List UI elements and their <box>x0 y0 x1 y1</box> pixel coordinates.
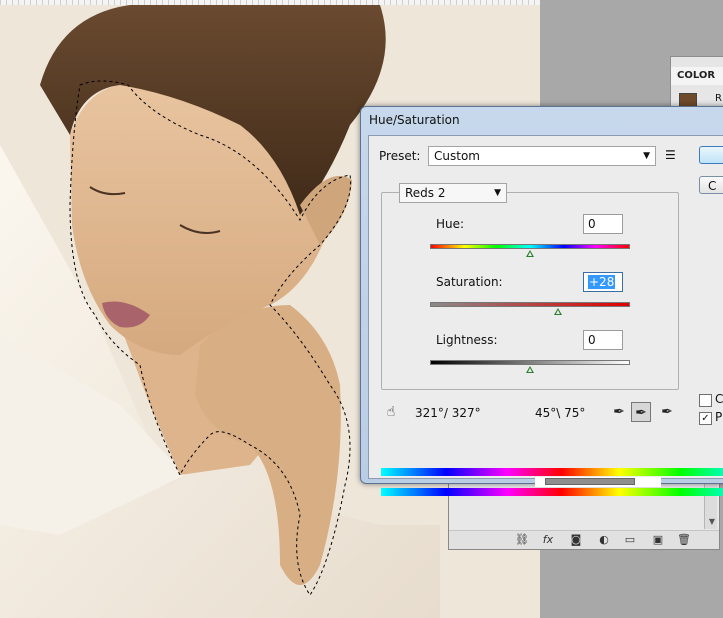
eyedropper-add-icon[interactable]: ✒ <box>631 402 651 422</box>
hue-saturation-dialog[interactable]: Hue/Saturation Preset: Custom ▼ ☰ C Reds… <box>360 106 723 496</box>
colorize-checkbox[interactable] <box>699 394 712 407</box>
mask-icon[interactable]: ◙ <box>569 533 583 546</box>
range-core-slider[interactable] <box>545 478 635 485</box>
trash-icon[interactable]: 🗑 <box>677 533 691 546</box>
range-angles-right: 45°\ 75° <box>535 406 586 420</box>
range-select[interactable]: Reds 2 ▼ <box>399 183 507 203</box>
colorize-label: Co <box>715 392 723 406</box>
input-color-bar <box>381 468 723 476</box>
range-angles-left: 321°/ 327° <box>415 406 481 420</box>
saturation-value: +28 <box>588 275 616 289</box>
red-channel-label: R <box>715 93 722 104</box>
dialog-title: Hue/Saturation <box>369 113 460 127</box>
scroll-down-arrow-icon[interactable]: ▼ <box>709 517 715 526</box>
lightness-field[interactable]: 0 <box>583 330 623 350</box>
chevron-down-icon: ▼ <box>494 188 501 198</box>
preview-checkbox[interactable]: ✓ <box>699 412 712 425</box>
dialog-body: Preset: Custom ▼ ☰ C Reds 2 ▼ Hue: 0 Sat… <box>368 135 723 496</box>
adjustment-icon[interactable]: ◐ <box>597 533 611 546</box>
saturation-slider-thumb[interactable] <box>554 308 562 315</box>
fx-icon[interactable]: fx <box>541 533 555 546</box>
lightness-slider-thumb[interactable] <box>526 366 534 373</box>
eyedropper-subtract-icon[interactable]: ✒ <box>657 402 677 422</box>
preset-value: Custom <box>434 149 480 163</box>
hue-slider-track[interactable] <box>430 244 630 249</box>
folder-icon[interactable]: ▭ <box>623 533 637 546</box>
on-image-adjust-icon[interactable]: ☝ <box>381 402 401 422</box>
preview-label: Pr <box>715 410 723 424</box>
new-layer-icon[interactable]: ▣ <box>651 533 665 546</box>
lightness-label: Lightness: <box>436 333 498 347</box>
eyedropper-icon[interactable]: ✒ <box>609 402 629 422</box>
output-color-bar <box>381 488 723 496</box>
lightness-slider-track[interactable] <box>430 360 630 365</box>
hue-slider-thumb[interactable] <box>526 250 534 257</box>
range-value: Reds 2 <box>405 186 446 200</box>
list-menu-icon[interactable]: ☰ <box>665 148 676 162</box>
saturation-label: Saturation: <box>436 275 503 289</box>
link-icon[interactable]: ⛓ <box>515 533 529 546</box>
ok-button[interactable] <box>699 146 723 164</box>
cancel-button[interactable]: C <box>699 176 723 194</box>
hue-field[interactable]: 0 <box>583 214 623 234</box>
saturation-field[interactable]: +28 <box>583 272 623 292</box>
saturation-slider-track[interactable] <box>430 302 630 307</box>
hue-label: Hue: <box>436 217 465 231</box>
preset-label: Preset: <box>379 149 421 163</box>
preset-select[interactable]: Custom ▼ <box>428 146 656 166</box>
layers-footer-toolbar: ⛓ fx ◙ ◐ ▭ ▣ 🗑 <box>449 530 719 549</box>
chevron-down-icon: ▼ <box>643 151 650 161</box>
color-panel-tab[interactable]: COLOR <box>671 67 723 85</box>
